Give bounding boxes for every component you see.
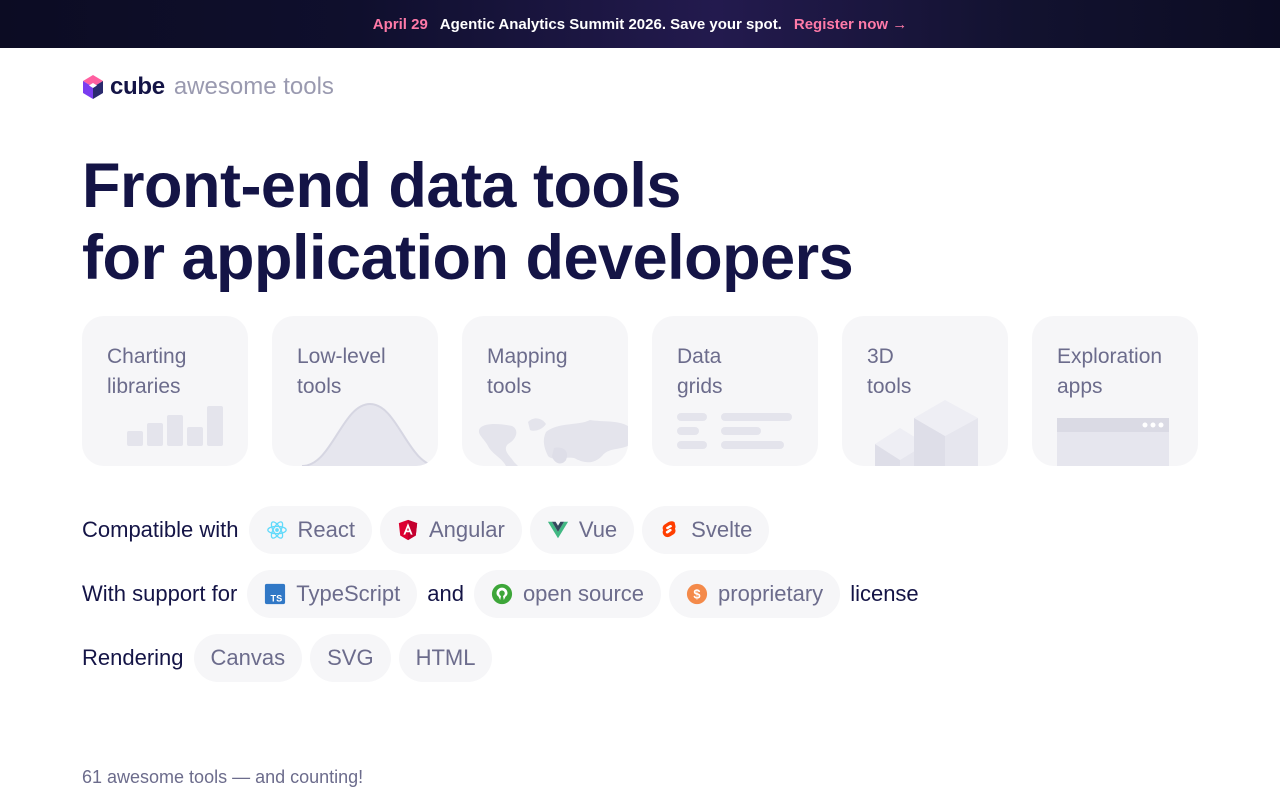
vue-label: Vue [578,517,618,542]
angular-icon [398,519,418,541]
title-line-2: for application developers [82,223,854,293]
logo-brand: cube [110,73,165,100]
cube-logo-icon [83,75,103,99]
browser-window-icon [1057,418,1169,466]
open-source-pill[interactable]: open source [473,570,662,618]
svelte-icon [662,521,676,538]
register-now-link[interactable]: Register now → [794,16,907,33]
category-card-3d[interactable]: 3D tools [842,316,1008,466]
category-card-low-level[interactable]: Low-level tools [272,316,438,466]
category-card-mapping[interactable]: Mapping tools [462,316,628,466]
typescript-icon: TS [265,583,286,605]
title-line-1: Front-end data tools [82,151,681,221]
world-map-icon [478,418,628,466]
compatible-row: Compatible with React Angular Vue Svelte [82,506,770,554]
angular-label: Angular [429,517,505,542]
banner-message: Agentic Analytics Summit 2026. Save your… [439,15,782,33]
canvas-pill[interactable]: Canvas [193,634,303,682]
svg-text:$: $ [693,587,700,602]
rendering-row: Rendering Canvas SVG HTML [82,634,493,682]
support-and: and [427,581,464,606]
support-row: With support for TS TypeScript and open … [82,570,921,618]
proprietary-label: proprietary [718,581,824,606]
vue-pill[interactable]: Vue [529,506,635,554]
compatible-lead: Compatible with [82,517,239,542]
page-title: Front-end data tools for application dev… [82,150,854,294]
site-logo[interactable]: cube awesome tools [82,72,334,102]
proprietary-pill[interactable]: $ proprietary [669,570,841,618]
svg-label: SVG [327,645,374,670]
react-icon [266,521,287,539]
support-license: license [850,581,919,606]
svg-pill[interactable]: SVG [310,634,391,682]
rendering-lead: Rendering [82,645,184,670]
html-label: HTML [415,645,476,670]
bar-chart-icon [127,406,223,446]
typescript-pill[interactable]: TS TypeScript [247,570,418,618]
tools-count: 61 awesome tools — and counting! [82,767,364,787]
category-card-exploration[interactable]: Exploration apps [1032,316,1198,466]
svelte-pill[interactable]: Svelte [642,506,770,554]
canvas-label: Canvas [210,645,286,670]
open-source-label: open source [522,581,645,606]
category-cards: Charting libraries Low-level tools Mappi… [82,316,1198,466]
category-card-data-grids[interactable]: Data grids [652,316,818,466]
cubes-icon [875,400,978,466]
svg-text:TS: TS [271,593,283,603]
html-pill[interactable]: HTML [398,634,493,682]
announcement-banner: April 29 Agentic Analytics Summit 2026. … [0,0,1280,48]
react-pill[interactable]: React [248,506,372,554]
category-card-charting[interactable]: Charting libraries [82,316,248,466]
grid-lines-icon [677,413,792,449]
curve-icon [301,402,438,466]
react-label: React [297,517,355,542]
angular-pill[interactable]: Angular [380,506,522,554]
svelte-label: Svelte [691,517,753,542]
banner-date: April 29 [372,15,428,33]
support-lead: With support for [82,581,238,606]
logo-subtitle: awesome tools [173,73,334,100]
vue-icon [547,521,568,539]
typescript-label: TypeScript [296,581,401,606]
dollar-coin-icon: $ [686,583,708,605]
open-source-icon [491,583,513,605]
